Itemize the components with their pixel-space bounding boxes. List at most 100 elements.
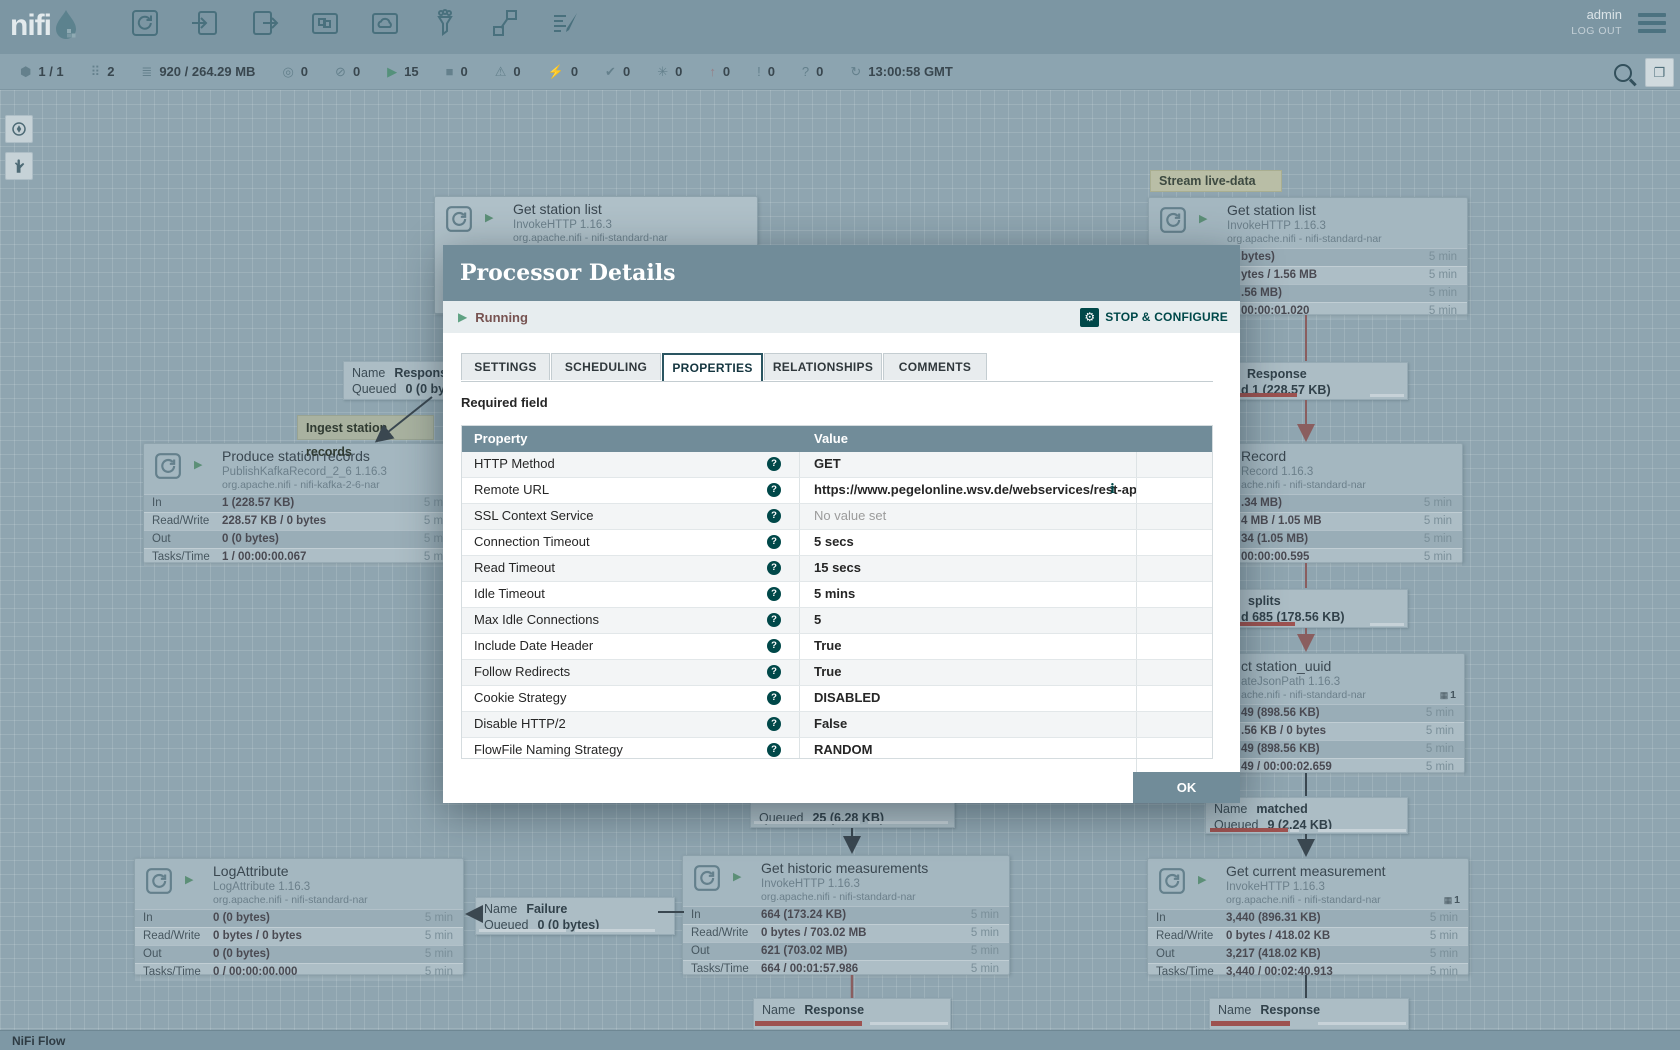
property-row: SSL Context Service ? No value set i [462,504,1212,530]
property-value[interactable]: No value set [800,504,1137,529]
global-menu-icon[interactable] [1638,13,1666,37]
processor-get-historic-measurements[interactable]: ▶ Get historic measurements InvokeHTTP 1… [682,855,1010,975]
processor-stat-row: In0 (0 bytes)5 min [135,909,463,927]
toolbar-item[interactable] [548,8,582,42]
app-header: nifi ad [0,0,1680,54]
toolbar-item[interactable] [428,8,462,42]
processor-stat-row: Read/Write0 bytes / 0 bytes5 min [135,927,463,945]
property-value[interactable]: 5 [800,608,1137,633]
queue-progress-bar [1240,393,1297,397]
property-value[interactable]: True [800,634,1137,659]
run-status-icon: ▶ [485,211,493,224]
processor-stat-row: Out3,217 (418.02 KB)5 min [1148,945,1468,963]
property-row: Connection Timeout ? 5 secs i [462,530,1212,556]
queue-progress-bar [868,821,948,824]
search-icon[interactable] [1614,64,1632,82]
toolbar-item[interactable] [128,8,162,42]
component-toolbar [128,8,582,42]
tab-relationships[interactable]: RELATIONSHIPS [764,353,882,380]
processor-icon [1158,867,1186,895]
help-icon[interactable]: ? [767,587,781,601]
operate-palette-button[interactable] [5,152,33,180]
property-value[interactable]: 5 secs [800,530,1137,555]
property-value[interactable]: GET [800,452,1137,477]
queue-progress-bar [1370,623,1404,626]
help-icon[interactable]: ? [767,691,781,705]
breadcrumb[interactable]: NiFi Flow [12,1031,65,1050]
process-group-icon [310,8,340,43]
tab-settings[interactable]: SETTINGS [461,353,550,380]
status-item: ↻13:00:58 GMT [850,64,952,79]
processor-log-attribute[interactable]: ▶ LogAttribute LogAttribute 1.16.3 org.a… [134,858,464,975]
remote-process-group-icon [370,8,400,43]
toolbar-item[interactable] [308,8,342,42]
processor-stat-row: In664 (173.24 KB)5 min [683,906,1009,924]
property-row: HTTP Method ? GET i [462,452,1212,478]
property-value[interactable]: https://www.pegelonline.wsv.de/webservic… [800,478,1137,503]
property-value[interactable]: RANDOM [800,738,1137,759]
queue-progress-bar [1318,829,1406,832]
stop-and-configure-button[interactable]: ⚙ STOP & CONFIGURE [1080,308,1228,327]
property-value[interactable]: 5 mins [800,582,1137,607]
template-icon [490,8,520,43]
help-icon[interactable]: ? [767,717,781,731]
current-user: admin [1571,7,1622,22]
property-name: Idle Timeout [462,582,800,607]
column-property: Property [462,426,800,452]
properties-table: Property Value HTTP Method ? GET i Remot… [461,425,1213,759]
property-value[interactable]: False [800,712,1137,737]
column-value: Value [800,426,1137,452]
queue-progress-bar [754,821,860,824]
help-icon[interactable]: ? [767,483,781,497]
threads-icon: ⠿ [91,65,101,78]
label-stream-live-data[interactable]: Stream live-data [1150,170,1282,192]
logout-link[interactable]: LOG OUT [1571,25,1622,37]
help-icon[interactable]: ? [767,665,781,679]
tab-comments[interactable]: COMMENTS [883,353,987,380]
toolbar-item[interactable] [248,8,282,42]
property-name: FlowFile Naming Strategy [462,738,800,759]
status-item: ↑0 [709,64,730,79]
help-icon[interactable]: ? [767,561,781,575]
ok-button[interactable]: OK [1133,772,1240,803]
processor-produce-station-records[interactable]: ▶ Produce station records PublishKafkaRe… [143,443,463,563]
help-icon[interactable]: ? [767,639,781,653]
locally-modified-stale-icon: ! [757,65,761,78]
processor-stat-row: Out621 (703.02 MB)5 min [683,942,1009,960]
property-name: SSL Context Service [462,504,800,529]
nifi-logo-text: nifi [10,8,51,44]
help-icon[interactable]: ? [767,613,781,627]
toolbar-item[interactable] [188,8,222,42]
label-ingest-station-records[interactable]: Ingest station records [297,415,434,440]
help-icon[interactable]: ? [767,535,781,549]
processor-get-current-measurement[interactable]: ▶ Get current measurement InvokeHTTP 1.1… [1147,858,1469,975]
queue-progress-bar [1318,1022,1406,1025]
property-row: FlowFile Naming Strategy ? RANDOM i [462,738,1212,759]
running-icon: ▶ [458,310,467,324]
processor-icon [1159,206,1187,234]
property-value[interactable]: DISABLED [800,686,1137,711]
tab-scheduling[interactable]: SCHEDULING [551,353,661,380]
toolbar-item[interactable] [488,8,522,42]
help-icon[interactable]: ? [767,509,781,523]
navigate-palette-button[interactable] [5,115,33,143]
dialog-title: Processor Details [460,245,1240,301]
invalid-icon: ⚠ [495,65,507,78]
properties-table-header: Property Value [462,426,1212,452]
toolbar-item[interactable] [368,8,402,42]
tab-properties[interactable]: PROPERTIES [662,353,763,381]
status-item: ⠿2 [91,64,115,79]
help-icon[interactable]: ? [767,457,781,471]
property-name: Connection Timeout [462,530,800,555]
help-icon[interactable]: ? [767,743,781,757]
status-item: ✳0 [657,64,682,79]
connection-label-response[interactable]: NameResponse Queued0 (0 bytes [343,361,458,400]
property-row: Idle Timeout ? 5 mins i [462,582,1212,608]
breadcrumb-bar: NiFi Flow [0,1030,1680,1050]
sync-failure-icon: ? [802,65,809,78]
input-port-icon [190,8,220,43]
property-value[interactable]: 15 secs [800,556,1137,581]
run-status-icon: ▶ [194,458,202,471]
property-value[interactable]: True [800,660,1137,685]
birdseye-toggle-icon[interactable]: ❐ [1645,58,1674,87]
